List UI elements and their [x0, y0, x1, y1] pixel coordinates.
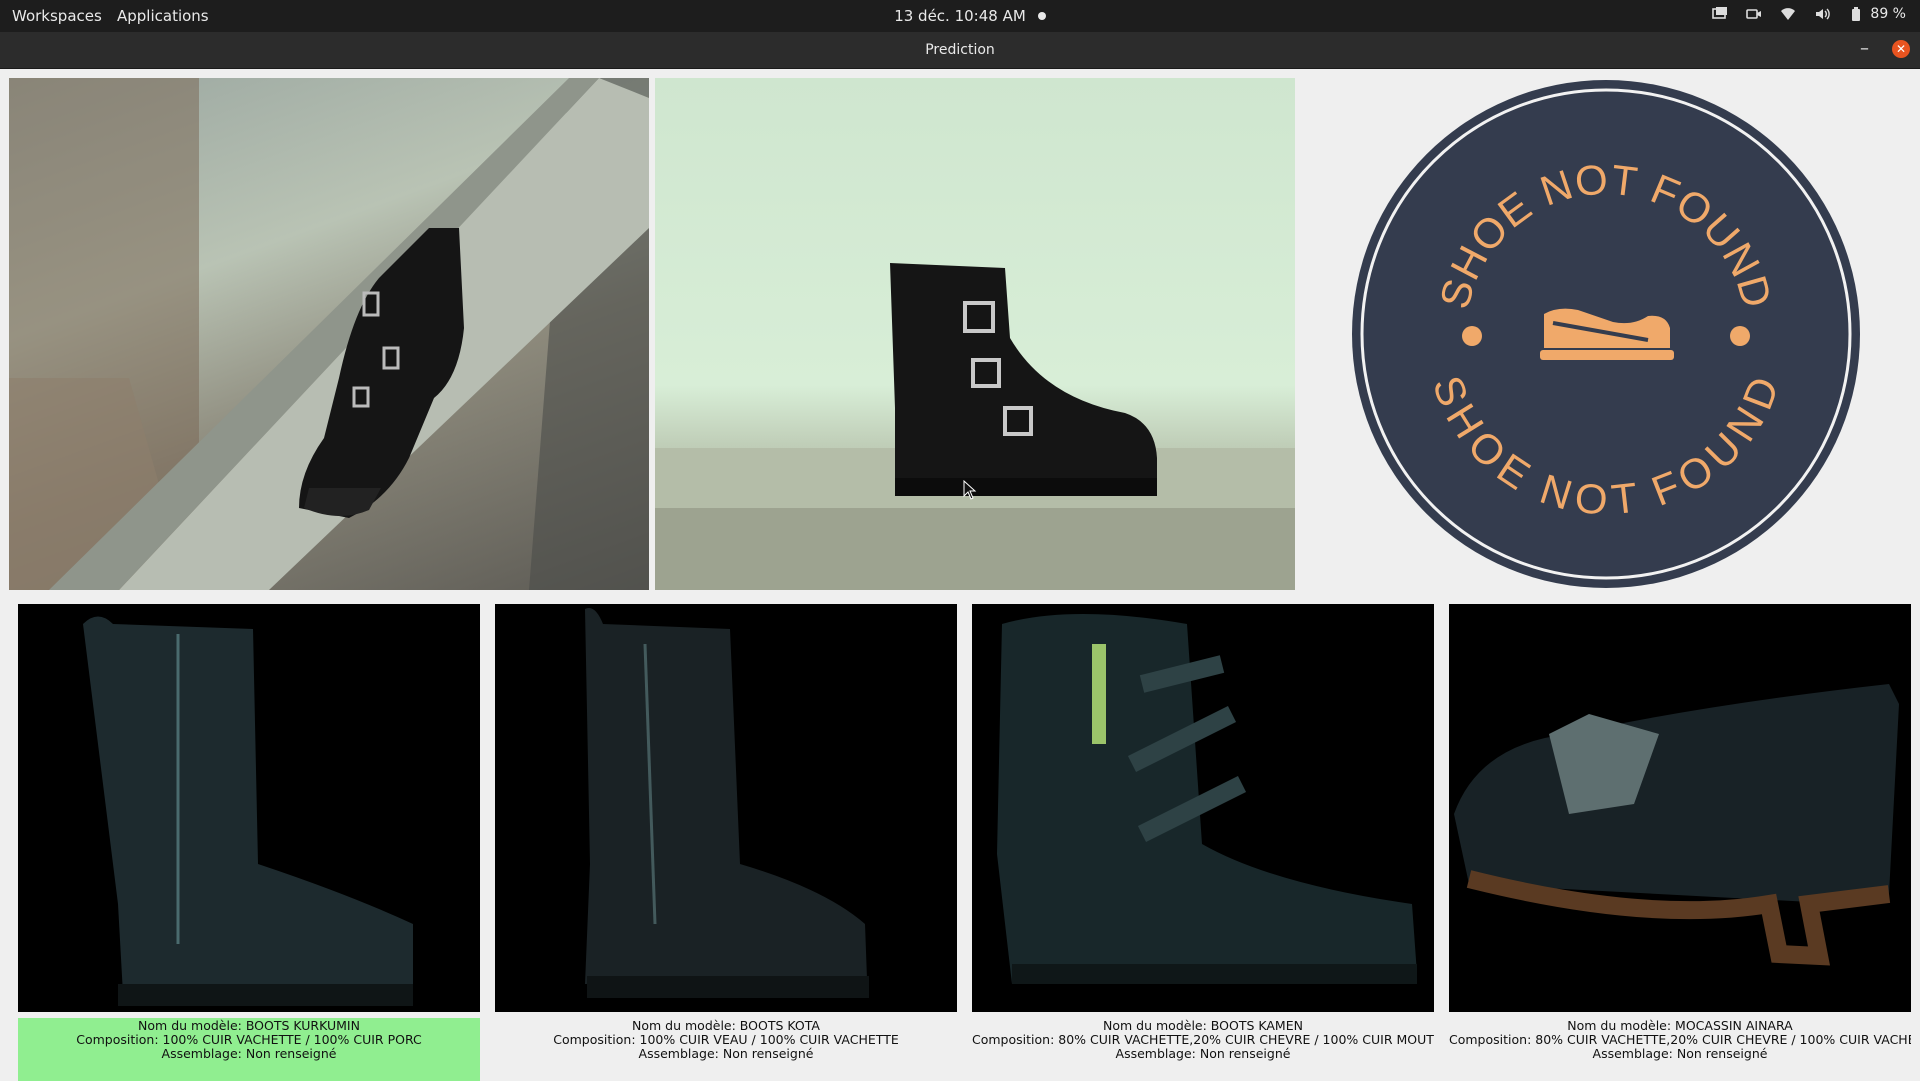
camera-icon[interactable] — [1746, 6, 1762, 22]
boot-kota-image — [585, 608, 869, 998]
volume-icon[interactable] — [1814, 6, 1831, 22]
window-title: Prediction — [925, 42, 995, 58]
model-name: Nom du modèle: MOCASSIN AINARA — [1567, 1019, 1793, 1033]
assembly: Assemblage: Non renseigné — [638, 1047, 814, 1061]
input-photo-angled — [9, 78, 649, 590]
close-button[interactable]: ✕ — [1892, 40, 1910, 58]
boot-kamen-image — [997, 614, 1417, 984]
boot-photo-angled — [9, 78, 649, 590]
composition: Composition: 80% CUIR VACHETTE,20% CUIR … — [972, 1033, 1434, 1047]
mocassin-ainara-image — [1454, 684, 1899, 966]
clock[interactable]: 13 déc. 10:48 AM — [0, 7, 1920, 25]
candidate-image-1[interactable] — [18, 604, 480, 1012]
composition: Composition: 80% CUIR VACHETTE,20% CUIR … — [1449, 1033, 1911, 1047]
window-title-bar[interactable]: Prediction – ✕ — [0, 32, 1920, 69]
candidate-caption-3: Nom du modèle: BOOTS KAMEN Composition: … — [972, 1018, 1434, 1081]
boot-kurkumin-image — [83, 616, 413, 1006]
candidate-caption-4: Nom du modèle: MOCASSIN AINARA Compositi… — [1449, 1018, 1911, 1081]
assembly: Assemblage: Non renseigné — [161, 1047, 337, 1061]
system-top-bar: Workspaces Applications 13 déc. 10:48 AM… — [0, 0, 1920, 32]
model-name: Nom du modèle: BOOTS KOTA — [632, 1019, 820, 1033]
battery-percent: 89 % — [1870, 6, 1906, 22]
boot-photo-side — [655, 263, 1295, 590]
assembly: Assemblage: Non renseigné — [1115, 1047, 1291, 1061]
battery-icon — [1852, 7, 1861, 21]
composition: Composition: 100% CUIR VACHETTE / 100% C… — [76, 1033, 422, 1047]
mouse-pointer-icon — [963, 480, 977, 500]
model-name: Nom du modèle: BOOTS KAMEN — [1103, 1019, 1303, 1033]
wifi-icon[interactable] — [1780, 6, 1796, 22]
assembly: Assemblage: Non renseigné — [1592, 1047, 1768, 1061]
candidate-caption-2: Nom du modèle: BOOTS KOTA Composition: 1… — [495, 1018, 957, 1081]
shoe-not-found-badge: SHOE NOT FOUND SHOE NOT FOUND — [1348, 78, 1864, 590]
candidate-caption-1: Nom du modèle: BOOTS KURKUMIN Compositio… — [18, 1018, 480, 1081]
screen-share-icon[interactable] — [1712, 6, 1728, 22]
notification-dot-icon — [1038, 12, 1046, 20]
candidate-image-2[interactable] — [495, 604, 957, 1012]
model-name: Nom du modèle: BOOTS KURKUMIN — [138, 1019, 360, 1033]
composition: Composition: 100% CUIR VEAU / 100% CUIR … — [553, 1033, 899, 1047]
candidate-image-3[interactable] — [972, 604, 1434, 1012]
minimize-button[interactable]: – — [1860, 38, 1869, 59]
shoe-not-found-logo: SHOE NOT FOUND SHOE NOT FOUND — [1352, 80, 1860, 588]
system-tray: 89 % — [1712, 6, 1906, 22]
input-photo-side — [655, 78, 1295, 590]
candidate-image-4[interactable] — [1449, 604, 1911, 1012]
battery-indicator[interactable]: 89 % — [1848, 6, 1906, 22]
